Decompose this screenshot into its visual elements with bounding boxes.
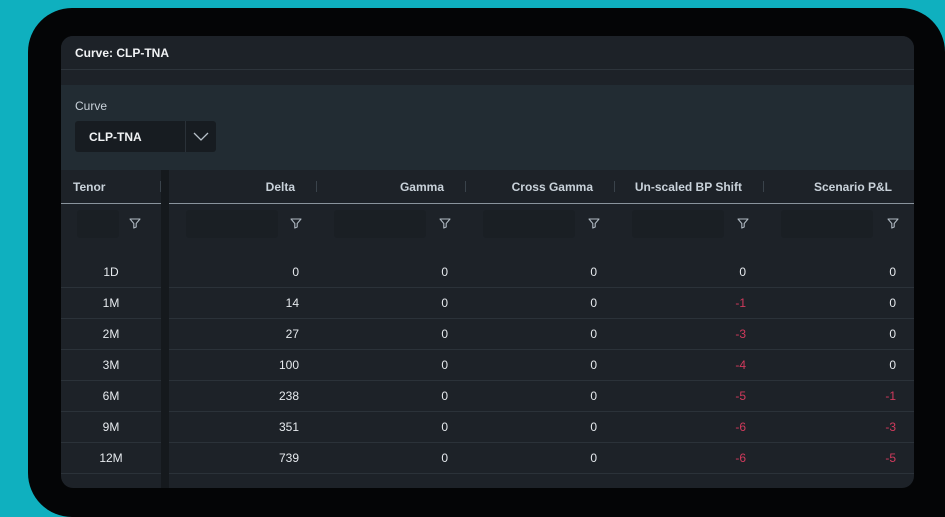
cell-delta: 351 — [278, 420, 299, 434]
filter-input-delta[interactable] — [186, 210, 278, 238]
filter-icon[interactable] — [128, 216, 142, 230]
cell-cross-gamma: 0 — [590, 296, 597, 310]
filter-input-scenario-pnl[interactable] — [781, 210, 873, 238]
cell-gamma: 0 — [441, 389, 448, 403]
column-header-label: Un-scaled BP Shift — [634, 180, 742, 194]
cell-cross-gamma: 0 — [590, 389, 597, 403]
cell-cross-gamma: 0 — [590, 265, 597, 279]
header-underline — [61, 203, 161, 204]
cell-unscaled-bp-shift: -5 — [735, 389, 746, 403]
filter-icon[interactable] — [438, 216, 452, 230]
cell-unscaled-bp-shift: -6 — [735, 451, 746, 465]
column-header-tenor[interactable]: Tenor — [61, 170, 161, 204]
cell-delta: 27 — [285, 327, 299, 341]
curve-panel: Curve CLP-TNA — [61, 85, 914, 170]
curve-select-value: CLP-TNA — [89, 129, 142, 144]
header-underline — [764, 203, 914, 204]
cell-delta: 238 — [278, 389, 299, 403]
window-titlebar: Curve: CLP-TNA — [61, 36, 914, 70]
cell-tenor: 6M — [102, 389, 120, 403]
header-underline — [317, 203, 466, 204]
cell-scenario-pnl: -3 — [885, 420, 896, 434]
column-resize-handle[interactable] — [160, 181, 161, 192]
header-underline — [615, 203, 764, 204]
cell-cross-gamma: 0 — [590, 420, 597, 434]
app-window: Curve: CLP-TNA Curve CLP-TNA Tenor Delta G… — [61, 36, 914, 488]
cell-tenor: 9M — [102, 420, 120, 434]
cell-delta: 0 — [292, 265, 299, 279]
column-header-label: Gamma — [399, 180, 444, 194]
filter-input-cross-gamma[interactable] — [483, 210, 575, 238]
cell-scenario-pnl: 0 — [889, 327, 896, 341]
cell-tenor: 12M — [99, 451, 123, 465]
cell-cross-gamma: 0 — [590, 451, 597, 465]
cell-delta: 739 — [278, 451, 299, 465]
cell-unscaled-bp-shift: -1 — [735, 296, 746, 310]
cell-gamma: 0 — [441, 451, 448, 465]
column-header-gamma[interactable]: Gamma — [317, 170, 466, 204]
cell-gamma: 0 — [441, 327, 448, 341]
cell-gamma: 0 — [441, 358, 448, 372]
column-header-label: Cross Gamma — [511, 180, 593, 194]
filter-input-unscaled-bp-shift[interactable] — [632, 210, 724, 238]
filter-icon[interactable] — [587, 216, 601, 230]
cell-cross-gamma: 0 — [590, 358, 597, 372]
curve-label: Curve — [75, 99, 108, 113]
filter-input-gamma[interactable] — [334, 210, 426, 238]
cell-delta: 100 — [278, 358, 299, 372]
cell-scenario-pnl: -5 — [885, 451, 896, 465]
cell-tenor: 1D — [103, 265, 119, 279]
cell-scenario-pnl: -1 — [885, 389, 896, 403]
filter-icon[interactable] — [736, 216, 750, 230]
column-header-delta[interactable]: Delta — [169, 170, 317, 204]
cell-gamma: 0 — [441, 265, 448, 279]
cell-scenario-pnl: 0 — [889, 265, 896, 279]
cell-gamma: 0 — [441, 420, 448, 434]
column-header-label: Delta — [265, 180, 295, 194]
cell-cross-gamma: 0 — [590, 327, 597, 341]
cell-unscaled-bp-shift: -4 — [735, 358, 746, 372]
column-header-label: Scenario P&L — [813, 180, 892, 194]
cell-unscaled-bp-shift: 0 — [739, 265, 746, 279]
column-header-cross-gamma[interactable]: Cross Gamma — [466, 170, 615, 204]
chevron-down-icon[interactable] — [185, 121, 216, 152]
cell-tenor: 3M — [102, 358, 120, 372]
header-underline — [466, 203, 615, 204]
cell-delta: 14 — [285, 296, 299, 310]
cell-tenor: 2M — [102, 327, 120, 341]
cell-gamma: 0 — [441, 296, 448, 310]
column-header-label: Tenor — [73, 180, 106, 194]
pinned-column-divider — [161, 170, 169, 488]
cell-tenor: 1M — [102, 296, 120, 310]
filter-input-tenor[interactable] — [77, 210, 119, 238]
column-header-unscaled-bp-shift[interactable]: Un-scaled BP Shift — [615, 170, 764, 204]
cell-scenario-pnl: 0 — [889, 296, 896, 310]
risk-table: Tenor Delta Gamma Cross Gamma Un-scaled BP S… — [61, 170, 914, 488]
filter-icon[interactable] — [886, 216, 900, 230]
column-header-scenario-pnl[interactable]: Scenario P&L — [764, 170, 914, 204]
window-title: Curve: CLP-TNA — [75, 45, 170, 60]
filter-icon[interactable] — [289, 216, 303, 230]
cell-unscaled-bp-shift: -6 — [735, 420, 746, 434]
curve-select[interactable]: CLP-TNA — [75, 121, 216, 152]
header-underline — [169, 203, 317, 204]
cell-unscaled-bp-shift: -3 — [735, 327, 746, 341]
cell-scenario-pnl: 0 — [889, 358, 896, 372]
